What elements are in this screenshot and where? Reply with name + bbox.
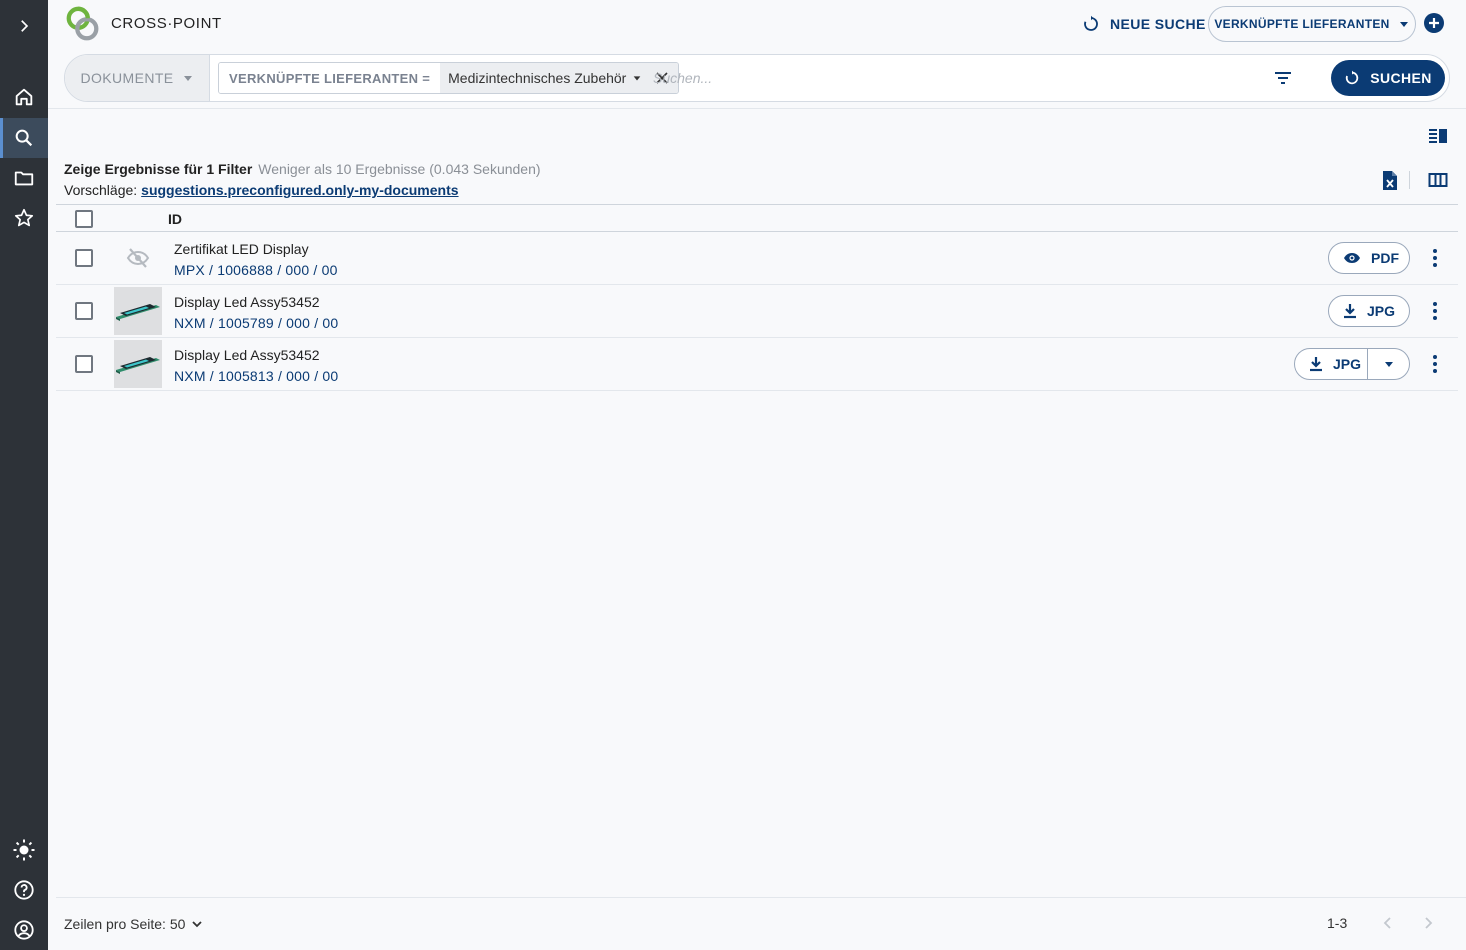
eye-icon [1344, 253, 1360, 263]
refresh-icon [1346, 70, 1359, 85]
document-type-label: DOKUMENTE [80, 70, 174, 86]
led-display-thumbnail[interactable] [114, 287, 162, 335]
search-button-label: SUCHEN [1370, 70, 1432, 86]
divider [56, 897, 1466, 898]
more-vert-icon[interactable] [1428, 248, 1442, 268]
columns-icon[interactable] [1428, 172, 1448, 188]
table-header: ID [56, 204, 1458, 232]
table-row[interactable]: Display Led Assy53452 NXM / 1005813 / 00… [56, 338, 1458, 391]
document-id[interactable]: NXM / 1005813 / 000 / 00 [174, 368, 338, 384]
excel-export-icon[interactable] [1381, 170, 1399, 191]
download-jpg-split-button[interactable]: JPG [1294, 348, 1410, 380]
document-type-select[interactable]: DOKUMENTE [65, 55, 210, 101]
action-label: JPG [1367, 303, 1396, 319]
account-icon [14, 920, 34, 940]
document-title[interactable]: Display Led Assy53452 [174, 294, 320, 310]
table-row[interactable]: Zertifikat LED Display MPX / 1006888 / 0… [56, 232, 1458, 285]
results-table: ID Zertifikat LED Display MPX / 1006888 … [56, 204, 1458, 391]
search-bar: DOKUMENTE VERKNÜPFTE LIEFERANTEN = Mediz… [64, 54, 1450, 102]
row-checkbox[interactable] [75, 249, 93, 267]
results-summary-label: Zeige Ergebnisse für 1 Filter [64, 161, 253, 177]
star-icon [14, 208, 34, 227]
action-label: JPG [1333, 356, 1362, 372]
nav-search[interactable] [0, 118, 48, 158]
download-icon [1344, 304, 1356, 319]
filter-chip[interactable]: VERKNÜPFTE LIEFERANTEN = Medizintechnisc… [218, 62, 680, 94]
document-title[interactable]: Zertifikat LED Display [174, 241, 309, 257]
row-checkbox[interactable] [75, 302, 93, 320]
filter-value: Medizintechnisches Zubehör [448, 70, 627, 86]
suggestions: Vorschläge: suggestions.preconfigured.onl… [64, 182, 459, 198]
theme-toggle[interactable] [0, 830, 48, 870]
select-all-checkbox[interactable] [75, 210, 93, 228]
document-title[interactable]: Display Led Assy53452 [174, 347, 320, 363]
home-icon [15, 88, 33, 106]
download-options-toggle[interactable] [1367, 349, 1409, 379]
caret-down-icon [183, 76, 192, 81]
refresh-icon [1084, 15, 1098, 31]
rows-per-page-select[interactable]: Zeilen pro Seite: 50 [64, 916, 203, 932]
side-panel-icon[interactable] [1428, 128, 1448, 144]
filter-key: VERKNÜPFTE LIEFERANTEN = [219, 63, 441, 93]
more-vert-icon[interactable] [1428, 301, 1442, 321]
suggestion-link[interactable]: suggestions.preconfigured.only-my-docume… [141, 182, 458, 198]
action-label: PDF [1371, 250, 1399, 266]
linked-suppliers-label: VERKNÜPFTE LIEFERANTEN [1214, 17, 1390, 31]
download-icon [1310, 357, 1322, 372]
chevron-right-icon [21, 20, 29, 32]
filter-icon[interactable] [1274, 70, 1292, 86]
view-pdf-button[interactable]: PDF [1328, 242, 1410, 274]
expand-sidebar-button[interactable] [0, 6, 48, 46]
cross-point-logo [66, 6, 99, 41]
nav-folders[interactable] [0, 158, 48, 198]
chevron-right-icon[interactable] [1420, 915, 1436, 931]
rows-per-page-label: Zeilen pro Seite: 50 [64, 916, 186, 932]
help-button[interactable] [0, 870, 48, 910]
download-jpg-button[interactable]: JPG [1295, 349, 1367, 379]
nav-favorites[interactable] [0, 198, 48, 238]
new-search-button[interactable]: NEUE SUCHE [1082, 12, 1206, 36]
linked-suppliers-dropdown[interactable]: VERKNÜPFTE LIEFERANTEN [1208, 6, 1416, 42]
caret-down-icon [634, 76, 641, 81]
suggestions-label: Vorschläge: [64, 182, 138, 198]
caret-down-icon [1399, 22, 1408, 27]
search-input[interactable] [653, 67, 1213, 89]
document-id[interactable]: NXM / 1005789 / 000 / 00 [174, 315, 338, 331]
top-bar: CROSS·POINT NEUE SUCHE VERKNÜPFTE LIEFER… [48, 0, 1466, 48]
folder-icon [14, 171, 34, 186]
search-button[interactable]: SUCHEN [1331, 60, 1445, 96]
document-id[interactable]: MPX / 1006888 / 000 / 00 [174, 262, 338, 278]
account-button[interactable] [0, 910, 48, 950]
more-vert-icon[interactable] [1428, 354, 1442, 374]
help-icon [14, 880, 34, 900]
divider [1409, 171, 1410, 189]
sidebar [0, 0, 48, 950]
led-display-thumbnail[interactable] [114, 340, 162, 388]
table-row[interactable]: Display Led Assy53452 NXM / 1005789 / 00… [56, 285, 1458, 338]
row-checkbox[interactable] [75, 355, 93, 373]
search-icon [15, 129, 33, 147]
divider [48, 108, 1466, 109]
column-header-id: ID [168, 211, 182, 227]
download-jpg-button[interactable]: JPG [1328, 295, 1410, 327]
nav-home[interactable] [0, 77, 48, 117]
plus-icon [1429, 18, 1439, 28]
results-summary: Zeige Ergebnisse für 1 Filter Weniger als… [64, 161, 541, 177]
results-summary-detail: Weniger als 10 Ergebnisse (0.043 Sekunde… [258, 161, 541, 177]
pagination-range: 1-3 [1327, 915, 1348, 931]
eye-off-icon [126, 248, 150, 268]
caret-down-icon [1384, 362, 1393, 367]
chevron-down-icon [192, 921, 203, 928]
chevron-left-icon[interactable] [1380, 915, 1396, 931]
add-button[interactable] [1424, 13, 1444, 33]
app-title: CROSS·POINT [111, 15, 222, 32]
new-search-label: NEUE SUCHE [1110, 16, 1206, 32]
sun-icon [13, 839, 35, 861]
filter-value-select[interactable]: Medizintechnisches Zubehör [440, 63, 679, 93]
